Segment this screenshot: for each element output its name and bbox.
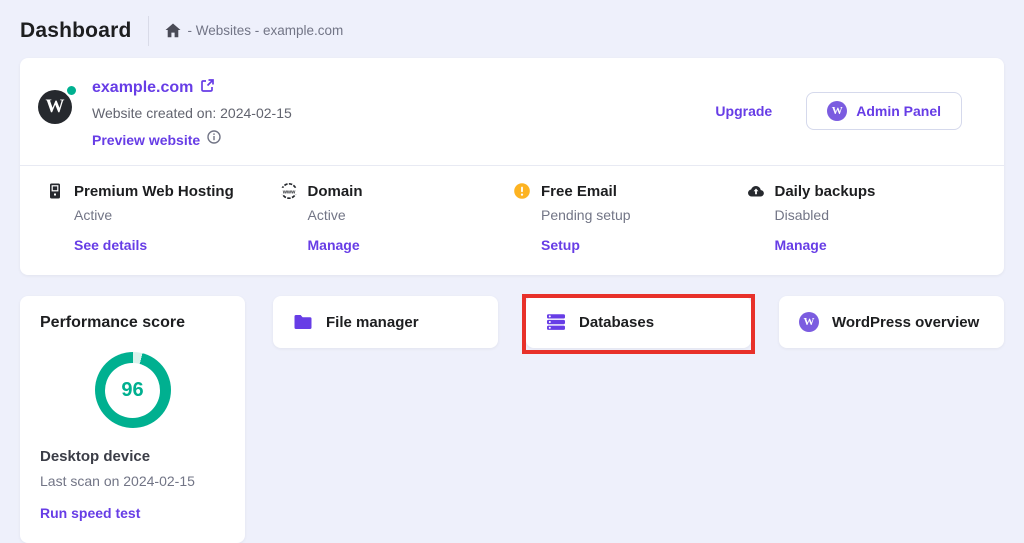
service-title: Daily backups — [775, 183, 876, 200]
last-scan-text: Last scan on 2024-02-15 — [40, 473, 225, 489]
databases-card[interactable]: Databases — [526, 296, 751, 348]
service-title: Free Email — [541, 183, 617, 200]
databases-label: Databases — [579, 314, 654, 331]
file-manager-label: File manager — [326, 314, 419, 331]
hosting-icon — [46, 182, 64, 200]
see-details-link[interactable]: See details — [74, 237, 147, 253]
home-icon[interactable] — [165, 23, 181, 38]
services-row: Premium Web Hosting Active See details w… — [20, 166, 1004, 275]
performance-title: Performance score — [40, 314, 225, 332]
site-info-section: W example.com Website created on: 2024-0… — [20, 58, 1004, 165]
upgrade-link[interactable]: Upgrade — [715, 103, 772, 119]
info-icon[interactable] — [207, 130, 221, 149]
manage-domain-link[interactable]: Manage — [308, 237, 360, 253]
wordpress-overview-label: WordPress overview — [832, 314, 979, 331]
svg-text:www: www — [281, 189, 295, 195]
website-card: W example.com Website created on: 2024-0… — [20, 58, 1004, 275]
top-bar: Dashboard - Websites - example.com — [0, 0, 1024, 55]
header-divider — [148, 16, 149, 46]
setup-email-link[interactable]: Setup — [541, 237, 580, 253]
run-speed-test-link[interactable]: Run speed test — [40, 505, 140, 521]
external-link-icon[interactable] — [200, 78, 215, 98]
service-status: Pending setup — [541, 207, 747, 223]
site-created-text: Website created on: 2024-02-15 — [92, 105, 292, 121]
site-avatar: W — [38, 86, 76, 124]
shortcuts-grid: Performance score 96 Desktop device Last… — [20, 296, 1004, 543]
performance-score-card: Performance score 96 Desktop device Last… — [20, 296, 245, 543]
service-status: Disabled — [775, 207, 981, 223]
admin-panel-button[interactable]: W Admin Panel — [806, 92, 962, 130]
breadcrumb[interactable]: - Websites - example.com — [165, 23, 344, 38]
wordpress-overview-card[interactable]: W WordPress overview — [779, 296, 1004, 348]
domain-globe-icon: www — [280, 182, 298, 200]
service-status: Active — [74, 207, 280, 223]
online-status-dot — [65, 84, 78, 97]
wordpress-icon: W — [799, 312, 819, 332]
folder-icon — [293, 312, 313, 332]
service-title: Premium Web Hosting — [74, 183, 234, 200]
service-domain: www Domain Active Manage — [280, 182, 514, 255]
service-email: Free Email Pending setup Setup — [513, 182, 747, 255]
database-icon — [546, 312, 566, 332]
site-domain-link[interactable]: example.com — [92, 79, 193, 97]
manage-backups-link[interactable]: Manage — [775, 237, 827, 253]
page-title: Dashboard — [20, 19, 132, 43]
service-backups: Daily backups Disabled Manage — [747, 182, 981, 255]
wordpress-icon: W — [827, 101, 847, 121]
warning-icon — [513, 182, 531, 200]
preview-website-link[interactable]: Preview website — [92, 132, 200, 148]
cloud-backup-icon — [747, 182, 765, 200]
performance-gauge: 96 — [95, 352, 171, 428]
service-hosting: Premium Web Hosting Active See details — [46, 182, 280, 255]
service-status: Active — [308, 207, 514, 223]
admin-panel-label: Admin Panel — [856, 103, 941, 119]
device-label: Desktop device — [40, 448, 225, 465]
performance-score-value: 96 — [105, 363, 160, 418]
service-title: Domain — [308, 183, 363, 200]
breadcrumb-text: - Websites - example.com — [188, 23, 344, 38]
file-manager-card[interactable]: File manager — [273, 296, 498, 348]
